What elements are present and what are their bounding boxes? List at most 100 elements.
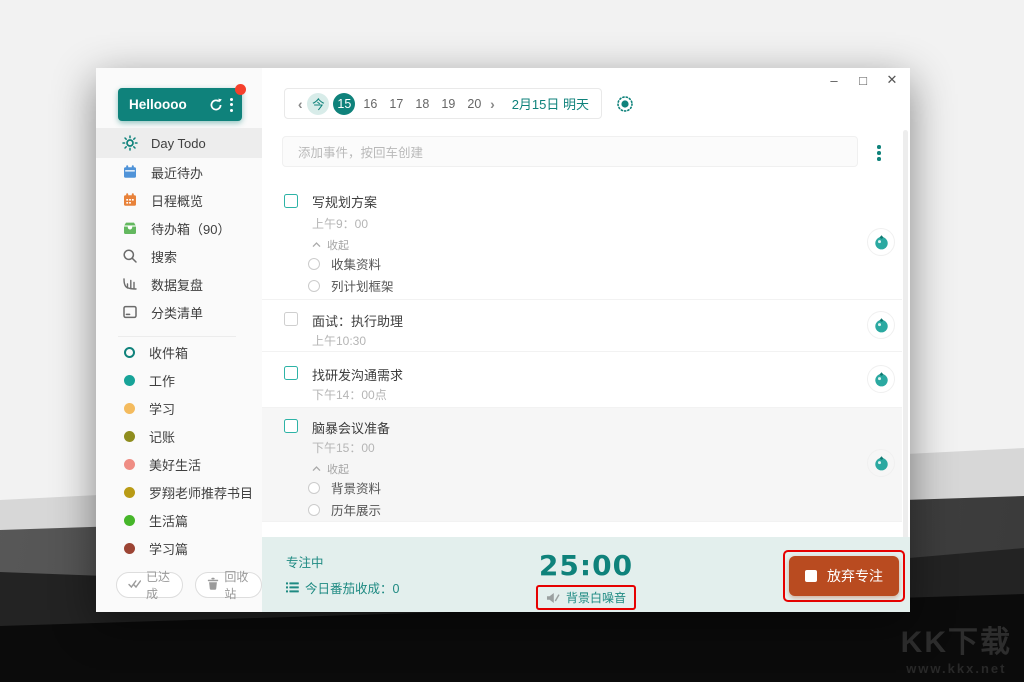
- profile-name: Helloooo: [129, 97, 187, 112]
- list-label: 记账: [149, 429, 176, 445]
- sidebar-item-recent-todos[interactable]: 最近待办: [96, 158, 262, 186]
- day-pill-15[interactable]: 15: [333, 92, 356, 115]
- sidebar-item-label: Day Todo: [151, 135, 206, 151]
- todo-row-interview[interactable]: 面试：执行助理 上午10:30: [262, 300, 902, 352]
- abandon-focus-button[interactable]: 放弃专注: [789, 556, 899, 596]
- background-noise-toggle[interactable]: 背景白噪音: [566, 589, 626, 606]
- sidebar-item-label: 日程概览: [151, 193, 204, 209]
- sidebar-item-day-todo[interactable]: Day Todo: [96, 128, 262, 158]
- sidebar-list-inbox[interactable]: 收件箱: [96, 338, 262, 366]
- main-panel: ‹ 今 15 16 17 18 19 20 › 2月15日 明天 添加事件，按回…: [262, 68, 910, 612]
- maximize-button[interactable]: □: [855, 70, 871, 90]
- minimize-button[interactable]: –: [826, 70, 842, 90]
- trash-icon: [207, 577, 219, 593]
- subtask-circle[interactable]: [308, 481, 320, 494]
- subtask-row[interactable]: 收集资料: [308, 254, 381, 273]
- category-list-icon: [122, 304, 138, 320]
- todo-time: 下午14：00点: [312, 388, 387, 402]
- muted-speaker-icon[interactable]: [546, 592, 560, 604]
- sidebar-list-work[interactable]: 工作: [96, 366, 262, 394]
- todo-row-plan-proposal[interactable]: 写规划方案 上午9：00 收起 收集资料 列计划框架: [262, 186, 902, 300]
- todo-checkbox[interactable]: [284, 419, 298, 433]
- list-label: 美好生活: [149, 457, 202, 473]
- list-label: 罗翔老师推荐书目: [149, 485, 254, 501]
- sidebar-item-category-lists[interactable]: 分类清单: [96, 298, 262, 326]
- subtask-label: 列计划框架: [331, 280, 394, 294]
- sidebar-item-data-review[interactable]: 数据复盘: [96, 270, 262, 298]
- double-check-icon: [128, 578, 142, 592]
- pomodoro-timer-icon[interactable]: [867, 365, 895, 393]
- inbox-box-icon: [122, 220, 138, 236]
- day-pill-19[interactable]: 19: [437, 93, 459, 115]
- sidebar-list-good-life[interactable]: 美好生活: [96, 450, 262, 478]
- todo-row-brainstorm-prep[interactable]: 脑暴会议准备 下午15：00 收起 背景资料 历年展示: [262, 408, 902, 522]
- sidebar: Helloooo Day Todo 最近待办 日程概览 待办箱（90） 搜索 数…: [96, 68, 262, 612]
- sidebar-list-book-recommendations[interactable]: 罗翔老师推荐书目: [96, 478, 262, 506]
- day-pill-today[interactable]: 今: [307, 92, 330, 115]
- pomodoro-timer-icon[interactable]: [867, 449, 895, 477]
- list-options-menu-icon[interactable]: [875, 143, 883, 163]
- todo-time: 上午9：00: [312, 217, 369, 231]
- prev-day-button[interactable]: ‹: [297, 96, 303, 112]
- bar-chart-icon: [122, 276, 138, 292]
- stop-icon: [805, 570, 817, 582]
- notification-badge: [235, 84, 246, 95]
- day-pill-20[interactable]: 20: [463, 93, 485, 115]
- todo-title: 写规划方案: [312, 195, 378, 210]
- sidebar-list-accounting[interactable]: 记账: [96, 422, 262, 450]
- sidebar-footer: 已达成 回收站: [116, 570, 262, 601]
- sidebar-lists: 收件箱 工作 学习 记账 美好生活 罗翔老师推荐书目 生活篇 学习篇: [96, 338, 262, 562]
- date-navigation: ‹ 今 15 16 17 18 19 20 › 2月15日 明天: [284, 88, 602, 119]
- todo-checkbox[interactable]: [284, 312, 298, 326]
- sidebar-list-study[interactable]: 学习: [96, 394, 262, 422]
- day-pill-17[interactable]: 17: [385, 93, 407, 115]
- list-label: 工作: [149, 373, 176, 389]
- profile-button[interactable]: Helloooo: [118, 84, 246, 121]
- profile-menu-icon[interactable]: [230, 97, 233, 112]
- sidebar-item-todo-box[interactable]: 待办箱（90）: [96, 214, 262, 242]
- recycle-bin-label: 回收站: [224, 570, 249, 601]
- day-pill-16[interactable]: 16: [359, 93, 381, 115]
- app-window: – □ ✕ Helloooo Day Todo 最近待办 日程概览 待办箱（90…: [96, 68, 910, 612]
- add-event-input[interactable]: 添加事件，按回车创建: [282, 136, 858, 167]
- todo-row-rd-communication[interactable]: 找研发沟通需求 下午14：00点: [262, 352, 902, 408]
- noise-annotation-box: 背景白噪音: [535, 585, 637, 610]
- list-label: 生活篇: [149, 513, 189, 529]
- next-day-button[interactable]: ›: [489, 96, 495, 112]
- sidebar-list-life-chapter[interactable]: 生活篇: [96, 506, 262, 534]
- completed-button[interactable]: 已达成: [116, 570, 184, 601]
- scrollbar[interactable]: [903, 130, 908, 596]
- calendar-orange-icon: [122, 192, 138, 208]
- recycle-bin-button[interactable]: 回收站: [195, 570, 262, 601]
- sidebar-item-search[interactable]: 搜索: [96, 242, 262, 270]
- collapse-toggle[interactable]: 收起: [312, 237, 349, 253]
- subtask-row[interactable]: 历年展示: [308, 500, 381, 519]
- collapse-toggle[interactable]: 收起: [312, 461, 349, 477]
- todo-time: 上午10:30: [312, 334, 367, 348]
- focus-bar: 专注中 今日番茄收成：0 25:00 背景白噪音 放弃专注: [262, 537, 910, 612]
- day-pill-18[interactable]: 18: [411, 93, 433, 115]
- subtask-circle[interactable]: [308, 257, 320, 270]
- subtask-row[interactable]: 背景资料: [308, 478, 381, 497]
- sidebar-item-schedule-overview[interactable]: 日程概览: [96, 186, 262, 214]
- todo-checkbox[interactable]: [284, 194, 298, 208]
- subtask-circle[interactable]: [308, 279, 320, 292]
- sidebar-item-label: 待办箱（90）: [151, 221, 231, 237]
- abandon-annotation-box: 放弃专注: [783, 550, 905, 602]
- sidebar-item-label: 数据复盘: [151, 277, 204, 293]
- sidebar-list-study-chapter[interactable]: 学习篇: [96, 534, 262, 562]
- sun-gear-icon: [122, 135, 138, 151]
- subtask-row[interactable]: 列计划框架: [308, 276, 394, 295]
- pomodoro-timer-icon[interactable]: [867, 228, 895, 256]
- subtask-circle[interactable]: [308, 503, 320, 516]
- sync-icon[interactable]: [208, 97, 223, 113]
- pomodoro-timer-icon[interactable]: [867, 311, 895, 339]
- list-dot: [124, 458, 135, 470]
- list-dot: [124, 430, 135, 442]
- todo-checkbox[interactable]: [284, 366, 298, 380]
- list-label: 学习: [149, 401, 176, 417]
- daylight-sun-icon[interactable]: [614, 93, 636, 115]
- close-button[interactable]: ✕: [884, 70, 900, 90]
- completed-label: 已达成: [146, 570, 171, 601]
- watermark-logo: KK下载: [900, 626, 1012, 659]
